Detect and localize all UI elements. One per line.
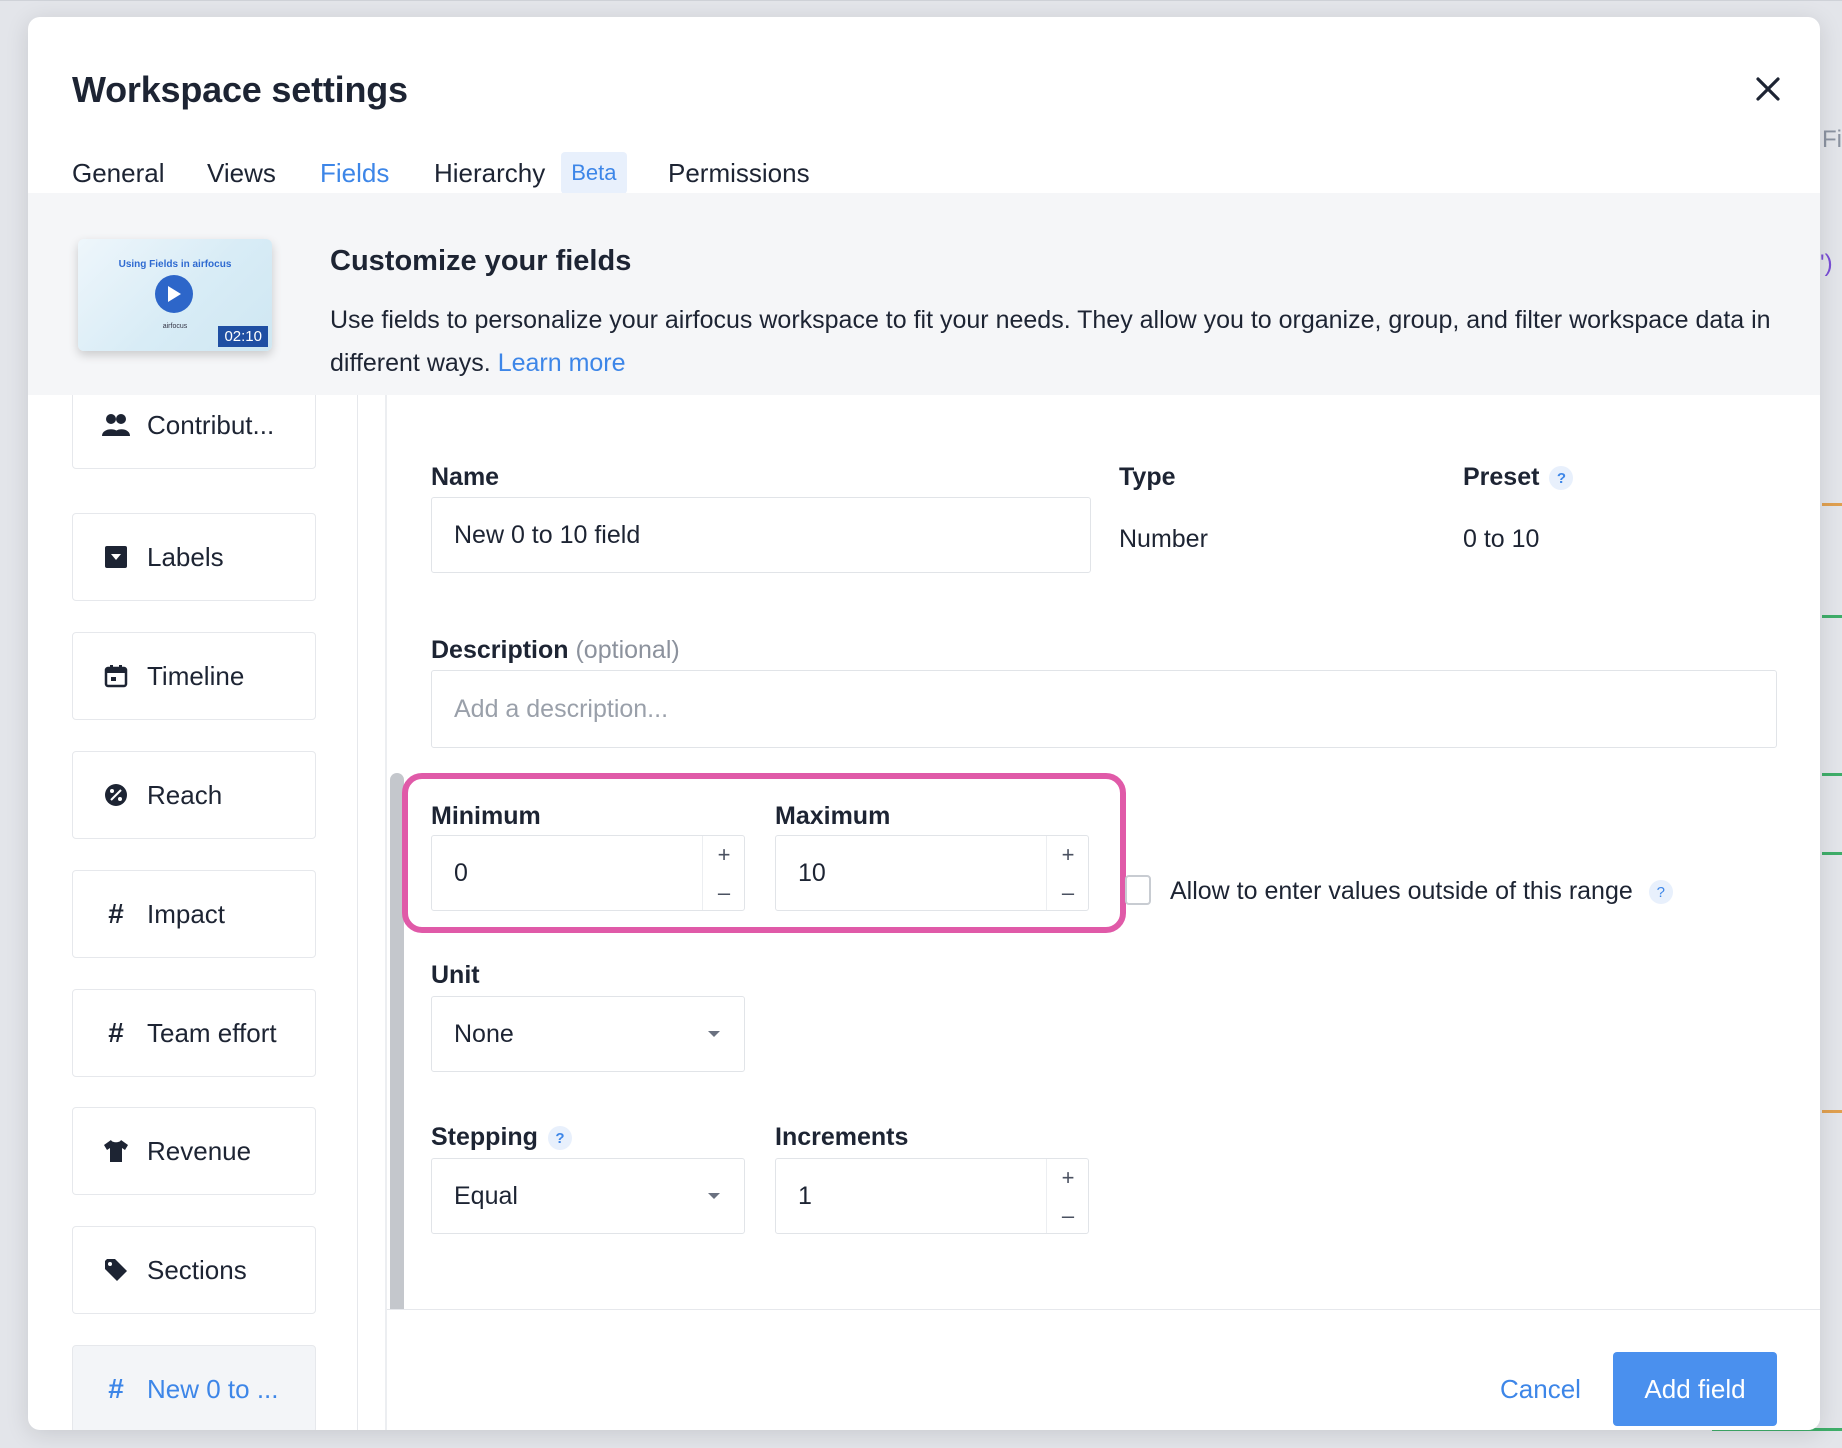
- learn-more-link[interactable]: Learn more: [498, 349, 626, 377]
- close-button[interactable]: [1742, 63, 1794, 115]
- close-x-icon: [1756, 77, 1780, 101]
- description-label-text: Description: [431, 636, 569, 664]
- increments-input[interactable]: [776, 1159, 1046, 1233]
- type-value: Number: [1119, 525, 1208, 553]
- sidebar-item-labels[interactable]: Labels: [72, 513, 316, 601]
- name-input[interactable]: [431, 497, 1091, 573]
- stepping-label-text: Stepping: [431, 1123, 538, 1151]
- sidebar-item-impact[interactable]: # Impact: [72, 870, 316, 958]
- beta-badge: Beta: [561, 152, 627, 194]
- video-duration: 02:10: [218, 326, 268, 347]
- fields-intro-banner: Using Fields in airfocus airfocus 02:10 …: [28, 193, 1820, 395]
- dropdown-box-icon: [101, 542, 131, 572]
- minimum-step-buttons: + –: [702, 836, 744, 910]
- hash-icon: #: [108, 898, 124, 929]
- unit-label: Unit: [431, 961, 480, 989]
- shirt-icon: [101, 1136, 131, 1166]
- people-icon: [101, 410, 131, 440]
- increments-step-buttons: + –: [1046, 1159, 1088, 1233]
- hash-icon: #: [108, 1373, 124, 1404]
- sidebar-item-label: Impact: [147, 898, 226, 929]
- maximum-step-buttons: + –: [1046, 836, 1088, 910]
- sidebar-item-label: Revenue: [147, 1135, 252, 1166]
- maximum-stepper: + –: [775, 835, 1089, 911]
- workspace-settings-modal: Workspace settings General Views Fields …: [28, 17, 1820, 1430]
- sidebar-item-sections[interactable]: Sections: [72, 1226, 316, 1314]
- stepping-select-value: Equal: [454, 1181, 518, 1210]
- sidebar-item-label: Labels: [147, 541, 224, 572]
- sidebar-item-label: New 0 to ...: [147, 1373, 279, 1404]
- modal-title: Workspace settings: [72, 69, 408, 110]
- description-label: Description (optional): [431, 636, 680, 665]
- fields-sidebar: Contribut... Labels Timeline Reach # Imp…: [28, 395, 368, 1430]
- sidebar-item-label: Contribut...: [147, 409, 275, 440]
- allow-outside-range-text: Allow to enter values outside of this ra…: [1170, 877, 1633, 905]
- chevron-down-icon: [708, 1031, 720, 1037]
- type-label: Type: [1119, 463, 1176, 491]
- preset-label: Preset?: [1463, 463, 1574, 492]
- maximum-label: Maximum: [775, 802, 891, 830]
- minimum-stepper: + –: [431, 835, 745, 911]
- allow-outside-help-icon[interactable]: ?: [1648, 880, 1673, 905]
- name-label: Name: [431, 463, 500, 491]
- sidebar-item-label: Sections: [147, 1254, 247, 1285]
- stepping-select[interactable]: Equal: [431, 1158, 745, 1234]
- minimum-label: Minimum: [431, 802, 541, 830]
- intro-description: Use fields to personalize your airfocus …: [330, 299, 1800, 385]
- sidebar-item-label: Team effort: [147, 1017, 277, 1048]
- maximum-input[interactable]: [776, 836, 1046, 910]
- video-thumbnail[interactable]: Using Fields in airfocus airfocus 02:10: [78, 239, 272, 351]
- sidebar-divider: [357, 395, 358, 1430]
- preset-value: 0 to 10: [1463, 525, 1540, 553]
- preset-label-text: Preset: [1463, 463, 1540, 491]
- sidebar-item-revenue[interactable]: Revenue: [72, 1107, 316, 1195]
- background-edge-text: Fi: [1822, 126, 1842, 153]
- increments-increment-button[interactable]: +: [1047, 1159, 1089, 1197]
- minimum-increment-button[interactable]: +: [703, 836, 745, 874]
- minimum-decrement-button[interactable]: –: [703, 874, 745, 912]
- maximum-decrement-button[interactable]: –: [1047, 874, 1089, 912]
- stepping-help-icon[interactable]: ?: [547, 1126, 572, 1151]
- sidebar-item-team-effort[interactable]: # Team effort: [72, 989, 316, 1077]
- description-input[interactable]: [431, 670, 1777, 748]
- description-optional: (optional): [575, 636, 680, 664]
- tag-icon: [101, 1255, 131, 1285]
- maximum-increment-button[interactable]: +: [1047, 836, 1089, 874]
- background-edge-symbol: '): [1820, 250, 1833, 277]
- sidebar-item-contributors[interactable]: Contribut...: [72, 395, 316, 469]
- cancel-button[interactable]: Cancel: [1500, 1352, 1581, 1426]
- content-divider: [385, 395, 387, 1430]
- sidebar-item-label: Reach: [147, 779, 223, 810]
- add-field-button[interactable]: Add field: [1613, 1352, 1777, 1426]
- hash-icon: #: [108, 1017, 124, 1048]
- increments-label: Increments: [775, 1123, 909, 1151]
- play-icon[interactable]: [155, 275, 193, 313]
- percent-circle-icon: [101, 780, 131, 810]
- unit-select[interactable]: None: [431, 996, 745, 1072]
- sidebar-item-timeline[interactable]: Timeline: [72, 632, 316, 720]
- calendar-icon: [101, 661, 131, 691]
- minimum-input[interactable]: [432, 836, 702, 910]
- modal-footer: [387, 1309, 1820, 1430]
- sidebar-item-new-field[interactable]: # New 0 to ...: [72, 1345, 316, 1430]
- allow-outside-range-label: Allow to enter values outside of this ra…: [1170, 877, 1673, 906]
- tab-hierarchy-label: Hierarchy: [434, 157, 546, 188]
- increments-decrement-button[interactable]: –: [1047, 1197, 1089, 1235]
- sidebar-item-label: Timeline: [147, 660, 245, 691]
- allow-outside-range-checkbox[interactable]: [1125, 875, 1151, 905]
- stepping-label: Stepping?: [431, 1123, 572, 1152]
- sidebar-item-reach[interactable]: Reach: [72, 751, 316, 839]
- video-title: Using Fields in airfocus: [118, 259, 232, 270]
- increments-stepper: + –: [775, 1158, 1089, 1234]
- preset-help-icon[interactable]: ?: [1549, 466, 1574, 491]
- unit-select-value: None: [454, 1019, 514, 1048]
- chevron-down-icon: [708, 1193, 720, 1199]
- intro-title: Customize your fields: [330, 245, 632, 277]
